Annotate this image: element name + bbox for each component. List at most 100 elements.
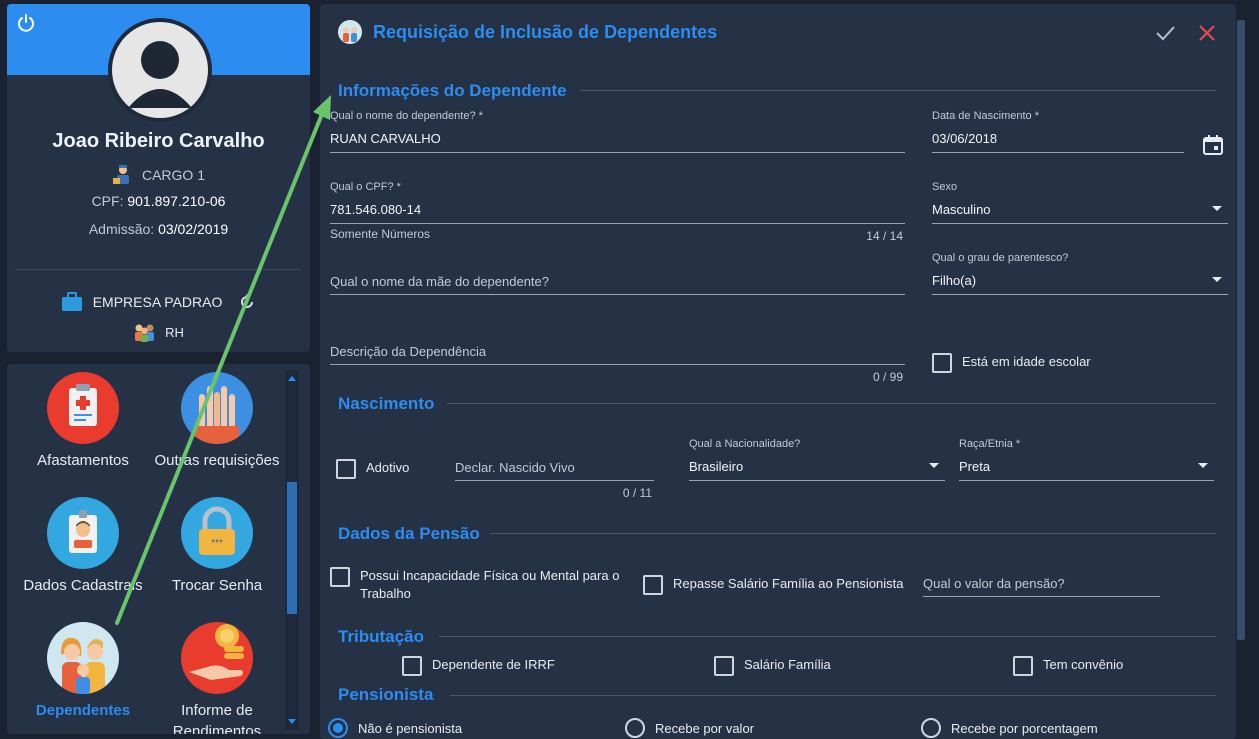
cpf-field-value[interactable]: 781.546.080-14 [330,202,421,217]
raised-hands-icon [181,372,253,444]
radio-button[interactable] [625,718,645,738]
menu-item-afastamentos[interactable]: Afastamentos [18,372,148,471]
incapacidade-checkbox[interactable]: Possui Incapacidade Física ou Mental par… [330,567,630,603]
refresh-icon[interactable] [238,293,256,314]
nome-value[interactable]: RUAN CARVALHO [330,131,441,146]
medical-clipboard-icon [47,372,119,444]
menu-item-informe-rendimentos[interactable]: Informe de Rendimentos [152,622,282,734]
nome-label: Qual o nome do dependente? * [330,110,483,122]
section-divider [490,533,1216,534]
admissao-label: Admissão: [88,221,155,237]
scroll-down-arrow-icon[interactable] [288,719,296,724]
descricao-dependencia-field[interactable]: Descrição da Dependência 0 / 99 [330,322,905,388]
cpf-value: 901.897.210-06 [127,193,226,209]
check-icon[interactable] [1154,22,1176,44]
radio-button[interactable] [328,718,348,738]
calendar-icon[interactable] [1202,134,1224,156]
sexo-label: Sexo [932,181,958,193]
section-divider [447,403,1216,404]
dependentes-dialog: Requisição de Inclusão de Dependentes In… [320,4,1236,739]
nome-mae-placeholder[interactable]: Qual o nome da mãe do dependente? [330,274,549,289]
menu-label-dados-cadastrais: Dados Cadastrais [23,577,143,594]
radio-nao-pensionista[interactable]: Não é pensionista [328,718,462,738]
nome-dependente-field[interactable]: Qual o nome do dependente? * RUAN CARVAL… [330,110,905,156]
menu-item-dados-cadastrais[interactable]: Dados Cadastrais [18,497,148,596]
menu-scroll-thumb[interactable] [287,482,297,614]
sexo-select[interactable]: Sexo Masculino [932,181,1228,227]
raca-etnia-select[interactable]: Raça/Etnia * Preta [959,438,1214,484]
nacionalidade-select[interactable]: Qual a Nacionalidade? Brasileiro [689,438,945,484]
cargo-row: CARGO 1 [7,164,310,189]
radio-label: Recebe por valor [655,720,754,736]
cpf-field[interactable]: Qual o CPF? * 781.546.080-14 Somente Núm… [330,181,905,247]
dropdown-arrow-icon[interactable] [1212,206,1222,211]
close-icon[interactable] [1196,22,1218,44]
id-badge-icon [47,497,119,569]
grau-parentesco-select[interactable]: Qual o grau de parentesco? Filho(a) [932,252,1228,298]
cargo-label: CARGO 1 [141,167,205,184]
adotivo-checkbox[interactable]: Adotivo [336,459,409,479]
salario-familia-checkbox[interactable]: Salário Família [714,656,831,676]
section-title-nascimento: Nascimento [338,394,435,413]
menu-card: Afastamentos Outras requisições Dados Ca… [7,364,310,734]
section-title-info: Informações do Dependente [338,81,567,100]
checkbox-box[interactable] [714,656,734,676]
menu-item-outras-requisicoes[interactable]: Outras requisições [152,372,282,471]
valor-pensao-field[interactable]: Qual o valor da pensão? [923,554,1160,600]
data-nascimento-field[interactable]: Data de Nascimento * 03/06/2018 [932,110,1184,156]
dialog-scrollbar[interactable] [1237,20,1245,640]
menu-item-trocar-senha[interactable]: *** Trocar Senha [152,497,282,596]
irrf-checkbox[interactable]: Dependente de IRRF [402,656,555,676]
dropdown-arrow-icon[interactable] [929,463,939,468]
family-icon [47,622,119,694]
declaracao-placeholder[interactable]: Declar. Nascido Vivo [455,460,575,475]
empresa-row: EMPRESA PADRAO [7,292,310,315]
dropdown-arrow-icon[interactable] [1212,277,1222,282]
empresa-name: EMPRESA PADRAO [92,294,223,311]
menu-label-trocar-senha: Trocar Senha [171,577,263,594]
convenio-checkbox[interactable]: Tem convênio [1013,656,1123,676]
radio-button[interactable] [921,718,941,738]
grau-value[interactable]: Filho(a) [932,273,976,288]
nome-mae-field[interactable]: Qual o nome da mãe do dependente? [330,252,905,298]
menu-label-dependentes: Dependentes [35,702,131,719]
radio-label: Não é pensionista [358,720,463,736]
section-title-pensionista: Pensionista [338,685,434,704]
user-silhouette-icon [128,41,192,108]
radio-recebe-por-porcentagem[interactable]: Recebe por porcentagem [921,718,1098,738]
dropdown-arrow-icon[interactable] [1198,463,1208,468]
padlock-icon: *** [181,497,253,569]
nacionalidade-value[interactable]: Brasileiro [689,459,743,474]
setor-row: RH [7,322,310,345]
checkbox-box[interactable] [932,353,952,373]
admissao-value: 03/02/2019 [158,221,229,237]
family-icon [338,20,362,44]
menu-item-dependentes[interactable]: Dependentes [18,622,148,721]
menu-scrollbar[interactable] [285,370,299,730]
repasse-salario-familia-checkbox[interactable]: Repasse Salário Família ao Pensionista [643,575,904,595]
data-nascimento-value[interactable]: 03/06/2018 [932,131,997,146]
scroll-up-arrow-icon[interactable] [288,376,296,381]
cpf-label: CPF: [91,193,124,209]
sexo-value[interactable]: Masculino [932,202,991,217]
idade-escolar-checkbox[interactable]: Está em idade escolar [932,353,1091,373]
descricao-placeholder[interactable]: Descrição da Dependência [330,344,486,359]
irrf-label: Dependente de IRRF [432,657,555,672]
dialog-title: Requisição de Inclusão de Dependentes [373,22,718,42]
svg-text:***: *** [211,538,223,549]
checkbox-box[interactable] [1013,656,1033,676]
data-nascimento-label: Data de Nascimento * [932,110,1039,122]
checkbox-box[interactable] [643,575,663,595]
profile-divider [15,269,301,270]
salario-familia-label: Salário Família [744,657,831,672]
valor-pensao-placeholder[interactable]: Qual o valor da pensão? [923,576,1065,591]
checkbox-box[interactable] [330,567,350,587]
avatar[interactable] [108,18,212,122]
power-icon[interactable] [16,13,36,33]
raca-value[interactable]: Preta [959,459,990,474]
briefcase-icon [61,292,83,315]
checkbox-box[interactable] [336,459,356,479]
radio-recebe-por-valor[interactable]: Recebe por valor [625,718,754,738]
declaracao-nascido-vivo-field[interactable]: Declar. Nascido Vivo 0 / 11 [455,438,654,504]
checkbox-box[interactable] [402,656,422,676]
